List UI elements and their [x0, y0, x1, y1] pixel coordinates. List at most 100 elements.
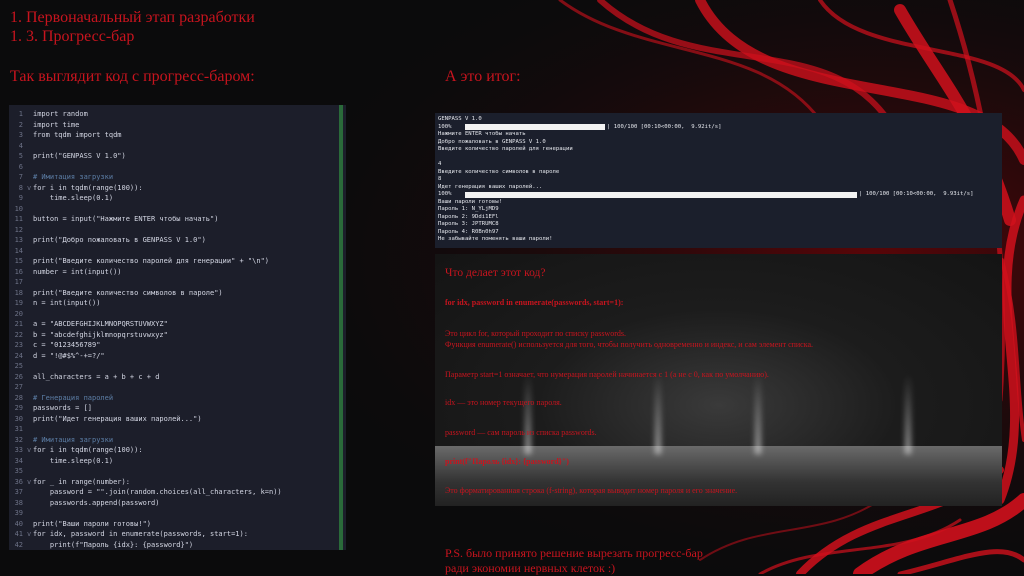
line-number: 38 — [14, 498, 23, 507]
code-line: 35 — [9, 466, 339, 477]
line-number: 21 — [14, 320, 23, 328]
code-text: print("Идет генерация ваших паролей...") — [33, 414, 202, 423]
line-number: 6 — [18, 162, 23, 171]
line-number: 2 — [18, 120, 23, 129]
code-text: for idx, password in enumerate(passwords… — [33, 530, 248, 538]
code-line: 27 — [9, 382, 339, 393]
code-line: 33 v for i in tqdm(range(100)): — [9, 445, 339, 456]
code-line: 11 button = input("Нажмите ENTER чтобы на… — [9, 214, 339, 225]
console-line: Нажмите ENTER чтобы начать — [438, 131, 526, 137]
console-output-screenshot: GENPASS V 1.0 100% | 100/100 [00:10<00:00,… — [435, 113, 1002, 248]
line-number: 22 — [14, 330, 23, 339]
left-heading: Так выглядит код с прогресс-баром: — [10, 68, 255, 85]
code-text: print("Введите количество символов в пар… — [33, 288, 223, 297]
line-number: 35 — [14, 467, 23, 475]
line-number: 36 — [14, 477, 23, 486]
spotlight — [755, 374, 761, 454]
line-number: 23 — [14, 341, 23, 349]
code-text: time.sleep(0.1) — [33, 456, 114, 465]
console-line: Пароль 2: 9Ddi1EFl — [438, 213, 499, 220]
console-line: Пароль 1: N_YLjMD9 — [438, 206, 499, 212]
line-number: 7 — [18, 173, 23, 181]
line-number: 16 — [14, 267, 23, 276]
code-text: passwords = [] — [33, 404, 93, 412]
explain-paragraph-1a: Это цикл for, который проходит по списку… — [445, 329, 626, 338]
code-text: print("Ваши пароли готовы!") — [33, 519, 152, 528]
line-number: 4 — [18, 141, 23, 150]
console-line: Пароль 4: R0Bn0h97 — [438, 228, 499, 235]
console-line: Ваши пароли готовы! — [438, 198, 502, 205]
line-number: 31 — [14, 425, 23, 433]
code-text: passwords.append(password) — [33, 498, 160, 507]
code-text: # Генерация паролей — [33, 393, 114, 402]
spotlight — [655, 374, 661, 454]
line-number: 20 — [14, 309, 23, 318]
line-number: 9 — [18, 194, 23, 202]
code-line: 5 print("GENPASS V 1.0") — [9, 151, 339, 162]
line-number: 25 — [14, 362, 23, 370]
right-heading: А это итог: — [445, 68, 521, 85]
line-number: 8 — [18, 183, 23, 192]
editor-scrollbar — [339, 105, 343, 550]
spotlight — [525, 374, 531, 454]
ps-note-line-1: P.S. было принято решение вырезать прогр… — [445, 546, 703, 560]
explain-code-line-1: for idx, password in enumerate(passwords… — [445, 298, 624, 307]
line-number: 18 — [14, 288, 23, 297]
explain-paragraph-1b: Функция enumerate() используется для тог… — [445, 340, 814, 349]
code-line: 30 print("Идет генерация ваших паролей...… — [9, 414, 339, 425]
code-text: password = "".join(random.choices(all_ch… — [33, 488, 282, 496]
progress-bar-stats: | 100/100 [00:10<00:00, 9.93it/s] — [859, 191, 974, 197]
code-text: for i in tqdm(range(100)): — [33, 446, 143, 454]
line-number: 37 — [14, 488, 23, 496]
code-line: 12 — [9, 225, 339, 236]
line-number: 1 — [18, 110, 23, 118]
line-number: 14 — [14, 246, 23, 255]
code-text: all_characters = a + b + c + d — [33, 372, 160, 381]
code-text: for i in tqdm(range(100)): — [33, 183, 143, 192]
code-text: number = int(input()) — [33, 267, 122, 276]
console-line: GENPASS V 1.0 — [438, 116, 482, 122]
explain-paragraph-5: Это форматированная строка (f-string), к… — [445, 486, 738, 495]
code-line: 23 c = "0123456789" — [9, 340, 339, 351]
console-line: 4 — [438, 161, 442, 167]
code-text: # Имитация загрузки — [33, 435, 114, 444]
code-line: 32 # Имитация загрузки — [9, 435, 339, 446]
line-number: 30 — [14, 414, 23, 423]
stage-floor — [435, 446, 1002, 506]
line-number: 40 — [14, 519, 23, 528]
code-line: 4 — [9, 141, 339, 152]
code-line: 37 password = "".join(random.choices(all… — [9, 487, 339, 498]
code-line: 39 — [9, 508, 339, 519]
line-number: 27 — [14, 383, 23, 391]
console-line: Добро пожаловать в GENPASS V 1.0 — [438, 138, 546, 145]
line-number: 42 — [14, 540, 23, 549]
slide-title: 1. Первоначальный этап разработки — [10, 9, 255, 26]
code-line: 18 print("Введите количество символов в п… — [9, 288, 339, 299]
code-line: 10 — [9, 204, 339, 215]
line-number: 11 — [14, 215, 23, 223]
code-line: 31 — [9, 424, 339, 435]
code-line: 26 all_characters = a + b + c + d — [9, 372, 339, 383]
explanation-panel: Что делает этот код? for idx, password i… — [435, 254, 1002, 506]
code-line: 7 # Имитация загрузки — [9, 172, 339, 183]
code-line: 22 b = "abcdefghijklmnopqrstuvwxyz" — [9, 330, 339, 341]
code-text: import time — [33, 120, 80, 129]
console-line: Пароль 3: JPTRUMC8 — [438, 221, 499, 227]
code-line: 2 import time — [9, 120, 339, 131]
progress-bar-fill — [465, 191, 857, 198]
code-text: d = "!@#$%^-+=?/" — [33, 351, 105, 360]
code-line: 25 — [9, 361, 339, 372]
line-number: 28 — [14, 393, 23, 402]
code-line: 41 v for idx, password in enumerate(passwo… — [9, 529, 339, 540]
code-line: 40 print("Ваши пароли готовы!") — [9, 519, 339, 530]
explain-paragraph-2: Параметр start=1 означает, что нумерация… — [445, 370, 769, 379]
code-line: 34 time.sleep(0.1) — [9, 456, 339, 467]
console-line: Введите количество символов в пароле — [438, 168, 560, 175]
code-line: 15 print("Введите количество паролей для … — [9, 256, 339, 267]
code-line: 38 passwords.append(password) — [9, 498, 339, 509]
line-number: 5 — [18, 152, 23, 160]
console-line: Введите количество паролей для генерации — [438, 146, 573, 152]
code-line: 36 v for _ in range(number): — [9, 477, 339, 488]
console-line: Идет генерация ваших паролей... — [438, 183, 543, 190]
